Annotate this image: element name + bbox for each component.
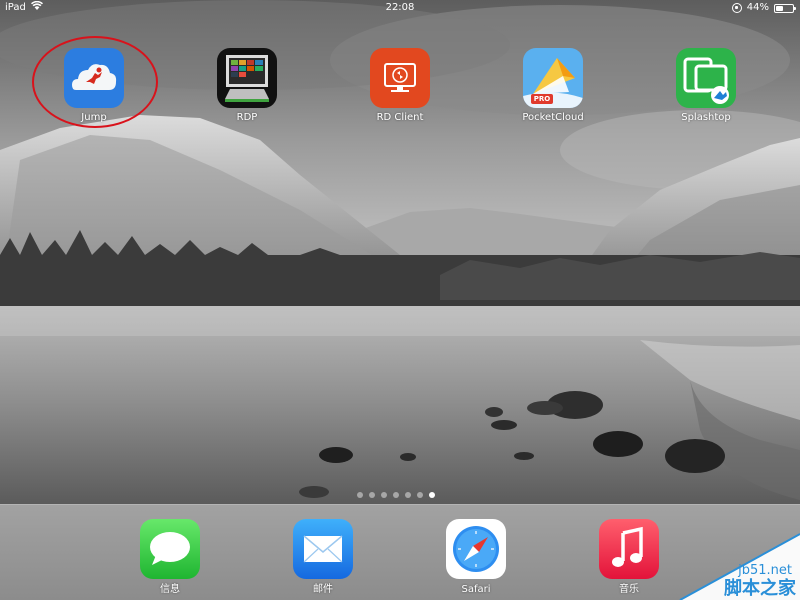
app-label: Splashtop (681, 112, 731, 123)
splashtop-icon (676, 48, 736, 108)
battery-percent: 44% (746, 2, 769, 13)
app-splashtop[interactable]: Splashtop (661, 48, 751, 124)
app-rdp[interactable]: RDP (202, 48, 292, 124)
app-label: RDP (236, 112, 258, 123)
pocketcloud-icon: PRO (523, 48, 583, 108)
app-label: Jump (81, 112, 107, 123)
page-dot[interactable] (393, 492, 399, 498)
app-label: RD Client (376, 112, 424, 123)
app-pocketcloud[interactable]: PRO PocketCloud (508, 48, 598, 124)
status-time: 22:08 (385, 2, 415, 13)
status-bar: iPad 22:08 44% (0, 0, 800, 16)
dock-app-mail[interactable]: 邮件 (278, 519, 368, 596)
watermark-title: 脚本之家 (724, 577, 797, 599)
jump-cloud-icon (64, 48, 124, 108)
rd-client-icon (370, 48, 430, 108)
rdp-monitor-icon (217, 48, 277, 108)
battery-fill (776, 5, 784, 11)
dock-app-safari[interactable]: Safari (431, 519, 521, 596)
page-dot[interactable] (417, 492, 423, 498)
app-label: PocketCloud (522, 112, 584, 123)
watermark-site: jb51.net (737, 563, 792, 578)
dock-app-messages[interactable]: 信息 (125, 519, 215, 596)
watermark: jb51.net 脚本之家 (650, 522, 800, 600)
battery-icon (774, 3, 796, 13)
app-label: 邮件 (313, 584, 333, 595)
page-dot[interactable] (357, 492, 363, 498)
page-indicator[interactable] (357, 492, 435, 498)
page-dot[interactable] (405, 492, 411, 498)
app-label: 信息 (160, 584, 180, 595)
page-dot[interactable] (369, 492, 375, 498)
pro-badge: PRO (533, 95, 551, 103)
safari-icon (446, 519, 506, 579)
page-dot-active[interactable] (429, 492, 435, 498)
mail-icon (293, 519, 353, 579)
page-dot[interactable] (381, 492, 387, 498)
app-jump[interactable]: Jump (49, 48, 139, 124)
status-bar-right: 44% (731, 0, 796, 16)
app-rd-client[interactable]: RD Client (355, 48, 445, 124)
messages-icon (140, 519, 200, 579)
rotation-lock-icon (731, 3, 742, 13)
app-label: Safari (461, 584, 491, 595)
